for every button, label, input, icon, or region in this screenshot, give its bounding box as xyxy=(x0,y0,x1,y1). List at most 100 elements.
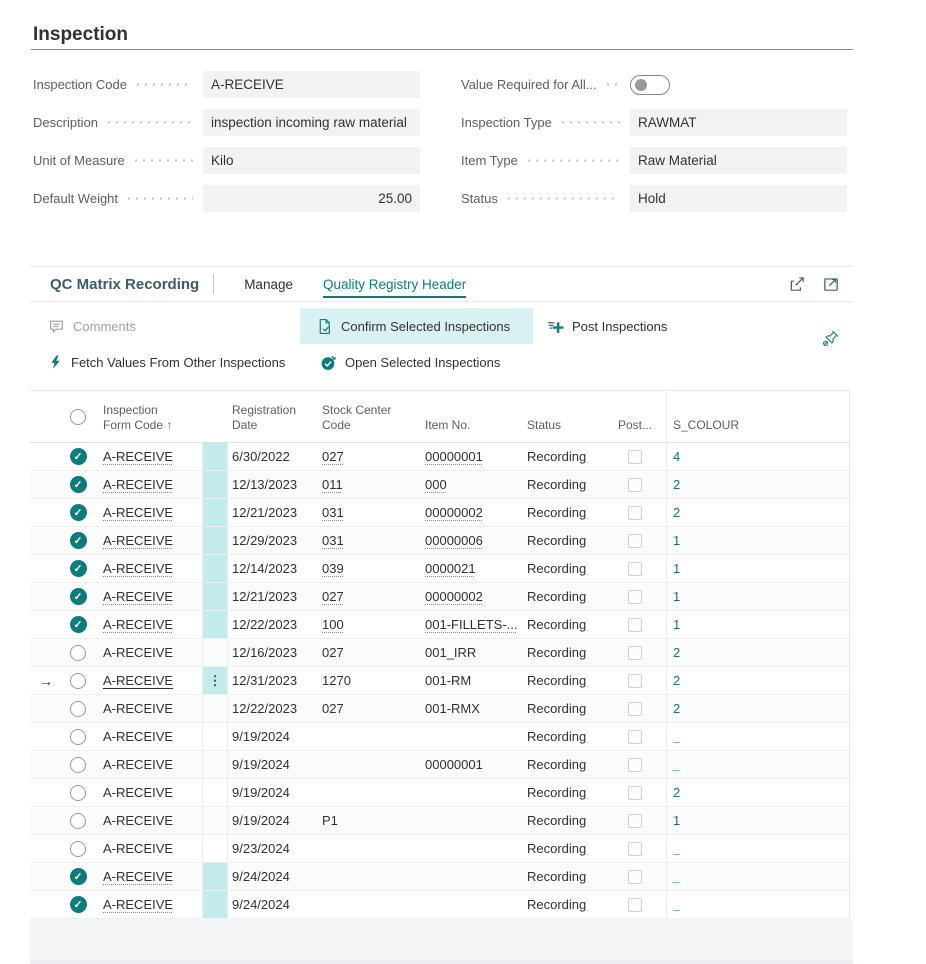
row-select-cell[interactable] xyxy=(64,723,92,750)
registration-date-cell[interactable]: 12/13/2023 xyxy=(228,471,318,498)
form-code-cell[interactable]: A-RECEIVE xyxy=(92,527,202,554)
description-field[interactable]: inspection incoming raw material xyxy=(203,109,420,136)
table-row[interactable]: →A-RECEIVE⋮12/31/20231270001-RMRecording… xyxy=(30,667,849,695)
s-colour-cell[interactable]: _ xyxy=(666,751,849,778)
table-row[interactable]: ✓A-RECEIVE12/14/20230390000021Recording1 xyxy=(30,555,849,583)
form-code-cell[interactable]: A-RECEIVE xyxy=(92,835,202,862)
table-row[interactable]: ✓A-RECEIVE12/22/2023100001-FILLETS-...Re… xyxy=(30,611,849,639)
table-row[interactable]: A-RECEIVE12/16/2023027001_IRRRecording2 xyxy=(30,639,849,667)
form-code-link[interactable]: A-RECEIVE xyxy=(103,757,173,772)
s-colour-cell[interactable]: _ xyxy=(666,891,849,918)
form-code-link[interactable]: A-RECEIVE xyxy=(103,729,173,744)
table-row[interactable]: ✓A-RECEIVE12/21/202303100000002Recording… xyxy=(30,499,849,527)
row-selected-icon[interactable]: ✓ xyxy=(70,560,87,577)
s-colour-cell[interactable]: _ xyxy=(666,863,849,890)
table-row[interactable]: ✓A-RECEIVE12/29/202303100000006Recording… xyxy=(30,527,849,555)
item-no-link[interactable]: 001-RMX xyxy=(425,701,480,716)
s-colour-cell[interactable]: 2 xyxy=(666,695,849,722)
form-code-link[interactable]: A-RECEIVE xyxy=(103,701,173,716)
form-code-link[interactable]: A-RECEIVE xyxy=(103,449,173,464)
stock-center-code-cell[interactable]: 1270 xyxy=(318,667,418,694)
stock-center-code-cell[interactable] xyxy=(318,779,418,806)
inspection-code-field[interactable]: A-RECEIVE xyxy=(203,71,420,98)
row-select-cell[interactable] xyxy=(64,667,92,694)
stock-center-code-cell[interactable]: 027 xyxy=(318,583,418,610)
item-no-link[interactable]: 00000001 xyxy=(425,757,483,772)
item-no-cell[interactable] xyxy=(418,835,520,862)
item-no-link[interactable]: 00000002 xyxy=(425,589,483,604)
s-colour-cell[interactable]: 2 xyxy=(666,667,849,694)
s-colour-cell[interactable]: 2 xyxy=(666,499,849,526)
row-unselected-icon[interactable] xyxy=(70,813,86,829)
row-select-cell[interactable]: ✓ xyxy=(64,891,92,918)
row-selected-icon[interactable]: ✓ xyxy=(70,588,87,605)
row-select-cell[interactable] xyxy=(64,779,92,806)
form-code-cell[interactable]: A-RECEIVE xyxy=(92,555,202,582)
post-checkbox[interactable] xyxy=(628,758,642,772)
table-row[interactable]: A-RECEIVE12/22/2023027001-RMXRecording2 xyxy=(30,695,849,723)
post-checkbox[interactable] xyxy=(628,590,642,604)
registration-date-cell[interactable]: 12/16/2023 xyxy=(228,639,318,666)
registration-date-cell[interactable]: 12/22/2023 xyxy=(228,611,318,638)
form-code-link[interactable]: A-RECEIVE xyxy=(103,589,173,604)
s-colour-cell[interactable]: 4 xyxy=(666,443,849,470)
table-row[interactable]: ✓A-RECEIVE9/24/2024Recording_ xyxy=(30,863,849,891)
form-code-cell[interactable]: A-RECEIVE xyxy=(92,807,202,834)
item-no-cell[interactable] xyxy=(418,723,520,750)
registration-date-cell[interactable]: 12/22/2023 xyxy=(228,695,318,722)
column-header-form-code[interactable]: Inspection Form Code ↑ xyxy=(92,391,202,442)
s-colour-value[interactable]: 2 xyxy=(673,701,680,716)
post-checkbox[interactable] xyxy=(628,534,642,548)
row-unselected-icon[interactable] xyxy=(70,645,86,661)
item-no-link[interactable]: 0000021 xyxy=(425,561,476,576)
item-no-cell[interactable]: 00000001 xyxy=(418,751,520,778)
post-checkbox[interactable] xyxy=(628,814,642,828)
s-colour-cell[interactable]: 2 xyxy=(666,779,849,806)
item-no-link[interactable]: 00000001 xyxy=(425,449,483,464)
stock-center-code-cell[interactable]: 031 xyxy=(318,499,418,526)
stock-center-code-link[interactable]: 027 xyxy=(322,701,344,716)
s-colour-value[interactable]: 4 xyxy=(673,449,680,464)
row-select-cell[interactable]: ✓ xyxy=(64,443,92,470)
item-no-cell[interactable]: 00000006 xyxy=(418,527,520,554)
post-checkbox[interactable] xyxy=(628,870,642,884)
post-checkbox[interactable] xyxy=(628,478,642,492)
row-selected-icon[interactable]: ✓ xyxy=(70,616,87,633)
form-code-cell[interactable]: A-RECEIVE xyxy=(92,443,202,470)
row-unselected-icon[interactable] xyxy=(70,757,86,773)
stock-center-code-link[interactable]: 027 xyxy=(322,645,344,660)
row-select-cell[interactable]: ✓ xyxy=(64,471,92,498)
item-no-link[interactable]: 00000002 xyxy=(425,505,483,520)
registration-date-cell[interactable]: 12/31/2023 xyxy=(228,667,318,694)
form-code-cell[interactable]: A-RECEIVE xyxy=(92,891,202,918)
s-colour-value[interactable]: _ xyxy=(673,729,680,744)
form-code-cell[interactable]: A-RECEIVE xyxy=(92,639,202,666)
registration-date-cell[interactable]: 9/24/2024 xyxy=(228,891,318,918)
form-code-link[interactable]: A-RECEIVE xyxy=(103,617,173,632)
form-code-cell[interactable]: A-RECEIVE xyxy=(92,471,202,498)
item-no-cell[interactable] xyxy=(418,863,520,890)
registration-date-cell[interactable]: 9/24/2024 xyxy=(228,863,318,890)
row-select-cell[interactable]: ✓ xyxy=(64,863,92,890)
item-no-cell[interactable]: 001-RMX xyxy=(418,695,520,722)
s-colour-value[interactable]: 1 xyxy=(673,533,680,548)
s-colour-value[interactable]: _ xyxy=(673,757,680,772)
post-checkbox[interactable] xyxy=(628,786,642,800)
select-all-circle-icon[interactable] xyxy=(70,409,86,425)
column-header-post[interactable]: Post... xyxy=(612,391,666,442)
stock-center-code-link[interactable]: P1 xyxy=(322,813,338,828)
s-colour-value[interactable]: 2 xyxy=(673,645,680,660)
form-code-cell[interactable]: A-RECEIVE xyxy=(92,779,202,806)
value-required-toggle[interactable] xyxy=(630,75,670,95)
form-code-link[interactable]: A-RECEIVE xyxy=(103,813,173,828)
item-no-link[interactable]: 001_IRR xyxy=(425,645,476,660)
stock-center-code-cell[interactable] xyxy=(318,863,418,890)
s-colour-value[interactable]: _ xyxy=(673,897,680,912)
post-checkbox[interactable] xyxy=(628,730,642,744)
form-code-link[interactable]: A-RECEIVE xyxy=(103,645,173,660)
stock-center-code-link[interactable]: 027 xyxy=(322,449,344,464)
post-checkbox[interactable] xyxy=(628,674,642,688)
select-all-circle[interactable] xyxy=(64,391,92,442)
row-selected-icon[interactable]: ✓ xyxy=(70,532,87,549)
post-checkbox[interactable] xyxy=(628,450,642,464)
